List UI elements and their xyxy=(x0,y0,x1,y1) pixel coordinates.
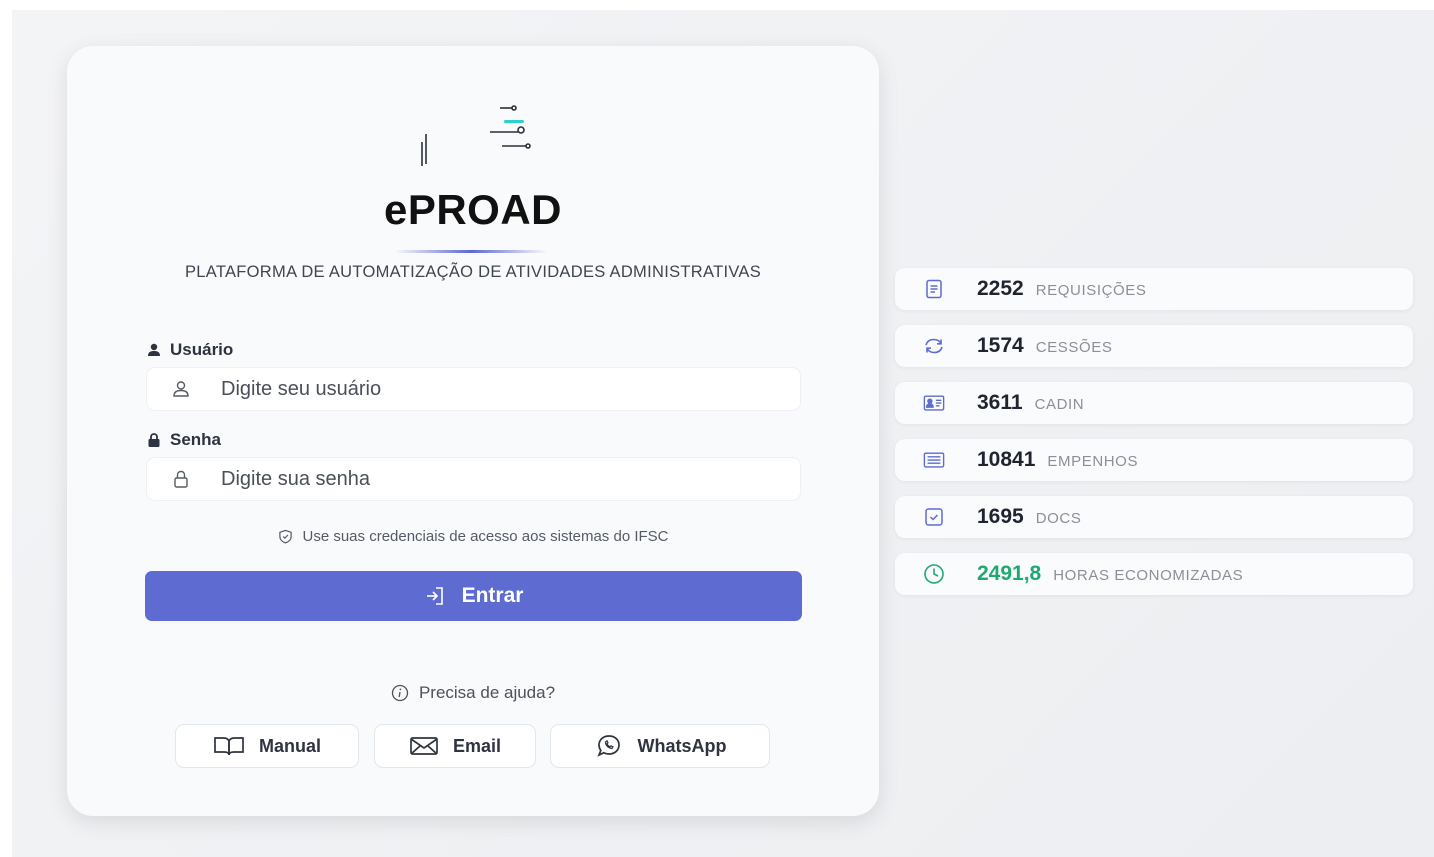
title-divider xyxy=(395,250,547,253)
whatsapp-button[interactable]: WhatsApp xyxy=(551,725,769,767)
user-icon xyxy=(148,343,160,356)
stat-value: 2491,8 xyxy=(977,562,1042,585)
app-title: ePROAD xyxy=(383,186,563,233)
password-label: Senha xyxy=(147,430,221,450)
stat-label: REQUISIÇÕES xyxy=(1035,282,1147,299)
app-subtitle: PLATAFORMA DE AUTOMATIZAÇÃO DE ATIVIDADE… xyxy=(184,263,762,281)
stat-label: EMPENHOS xyxy=(1047,453,1139,470)
help-prompt: Precisa de ajuda? xyxy=(67,683,879,703)
credentials-hint-text: Use suas credenciais de acesso aos siste… xyxy=(302,528,669,545)
username-field[interactable] xyxy=(147,368,800,410)
username-label-text: Usuário xyxy=(170,340,234,359)
whatsapp-button-label: WhatsApp xyxy=(637,735,727,756)
stat-label: DOCS xyxy=(1035,510,1082,527)
stat-value: 3611 xyxy=(977,391,1023,414)
stat-docs: 1695 DOCS xyxy=(895,496,1413,538)
stat-empenhos: 10841 EMPENHOS xyxy=(895,439,1413,481)
stat-cadin: 3611 CADIN xyxy=(895,382,1413,424)
password-field[interactable] xyxy=(147,458,800,500)
stat-horas-economizadas: 2491,8 HORAS ECONOMIZADAS xyxy=(895,553,1413,595)
manual-button[interactable]: Manual xyxy=(176,725,358,767)
whatsapp-icon xyxy=(596,735,620,757)
password-input[interactable] xyxy=(221,467,781,491)
lock-icon xyxy=(148,433,160,447)
credentials-hint: Use suas credenciais de acesso aos siste… xyxy=(67,528,879,545)
id-card-icon xyxy=(923,392,945,414)
login-card: ePROAD PLATAFORMA DE AUTOMATIZAÇÃO DE AT… xyxy=(67,46,879,816)
sign-in-icon xyxy=(426,587,443,605)
user-outline-icon xyxy=(171,378,193,400)
login-button-label: Entrar xyxy=(461,584,524,607)
stat-cessoes: 1574 CESSÕES xyxy=(895,325,1413,367)
email-button-label: Email xyxy=(452,735,502,756)
refresh-icon xyxy=(923,335,945,357)
stat-value: 10841 xyxy=(977,448,1036,471)
document-icon xyxy=(923,278,945,300)
stat-requisicoes: 2252 REQUISIÇÕES xyxy=(895,268,1413,310)
email-button[interactable]: Email xyxy=(375,725,535,767)
password-label-text: Senha xyxy=(170,430,222,449)
eproad-logo xyxy=(408,94,538,174)
stat-value: 1695 xyxy=(977,505,1024,528)
username-input[interactable] xyxy=(221,377,781,401)
stat-value: 2252 xyxy=(977,277,1024,300)
stat-label: HORAS ECONOMIZADAS xyxy=(1053,567,1244,584)
manual-button-label: Manual xyxy=(258,735,321,756)
info-icon xyxy=(391,684,409,702)
envelope-icon xyxy=(410,737,438,755)
username-label: Usuário xyxy=(147,340,233,360)
stat-label: CADIN xyxy=(1034,396,1085,413)
stat-value: 1574 xyxy=(977,334,1024,357)
book-icon xyxy=(214,737,244,756)
clock-icon xyxy=(923,563,945,585)
list-icon xyxy=(923,449,945,471)
stat-label: CESSÕES xyxy=(1035,339,1113,356)
login-button[interactable]: Entrar xyxy=(145,571,802,621)
shield-check-icon xyxy=(278,529,292,544)
lock-outline-icon xyxy=(171,468,193,490)
help-prompt-text: Precisa de ajuda? xyxy=(418,683,556,702)
file-check-icon xyxy=(923,506,945,528)
